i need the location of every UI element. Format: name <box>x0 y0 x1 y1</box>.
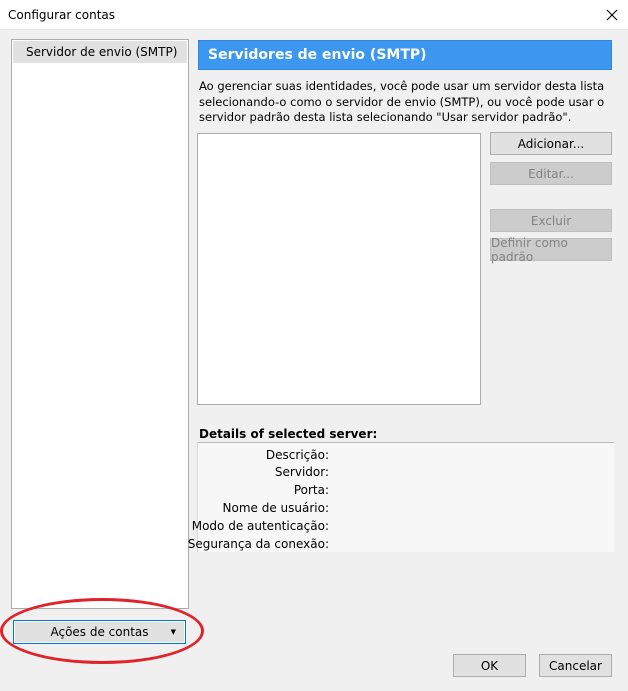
add-button-label: Adicionar... <box>517 136 585 151</box>
ok-button-label: OK <box>480 658 499 673</box>
detail-username-label: Nome de usuário: <box>222 501 330 515</box>
delete-button-label: Excluir <box>530 213 572 228</box>
cancel-button-label: Cancelar <box>549 658 602 673</box>
chevron-down-icon: ▼ <box>170 628 176 636</box>
account-actions-label: Ações de contas <box>50 625 149 639</box>
edit-button[interactable]: Editar... <box>490 162 612 185</box>
detail-auth-mode-label: Modo de autenticação: <box>191 519 329 533</box>
cancel-button[interactable]: Cancelar <box>539 654 612 677</box>
account-actions-button[interactable]: Ações de contas ▼ <box>13 620 186 644</box>
edit-button-label: Editar... <box>528 166 574 181</box>
window-title: Configurar contas <box>8 8 115 22</box>
detail-security-label: Segurança da conexão: <box>187 537 329 551</box>
sidebar-item-smtp[interactable]: Servidor de envio (SMTP) <box>13 41 187 63</box>
close-icon[interactable] <box>600 3 624 27</box>
ok-button[interactable]: OK <box>453 654 526 677</box>
detail-description-label: Descrição: <box>265 448 329 462</box>
details-title: Details of selected server: <box>199 427 378 441</box>
detail-server-label: Servidor: <box>274 465 329 479</box>
account-sidebar: Servidor de envio (SMTP) <box>11 39 189 609</box>
add-button[interactable]: Adicionar... <box>490 132 612 155</box>
window-titlebar: Configurar contas <box>0 0 628 30</box>
smtp-server-list[interactable] <box>197 133 481 405</box>
delete-button[interactable]: Excluir <box>490 209 612 232</box>
set-default-button[interactable]: Definir como padrão <box>490 235 612 264</box>
set-default-button-label: Definir como padrão <box>491 235 568 264</box>
description-text: Ao gerenciar suas identidades, você pode… <box>199 79 605 124</box>
detail-port-label: Porta: <box>293 483 329 497</box>
page-title: Servidores de envio (SMTP) <box>198 40 612 70</box>
details-panel: Descrição: Servidor: Porta: Nome de usuá… <box>188 442 614 552</box>
